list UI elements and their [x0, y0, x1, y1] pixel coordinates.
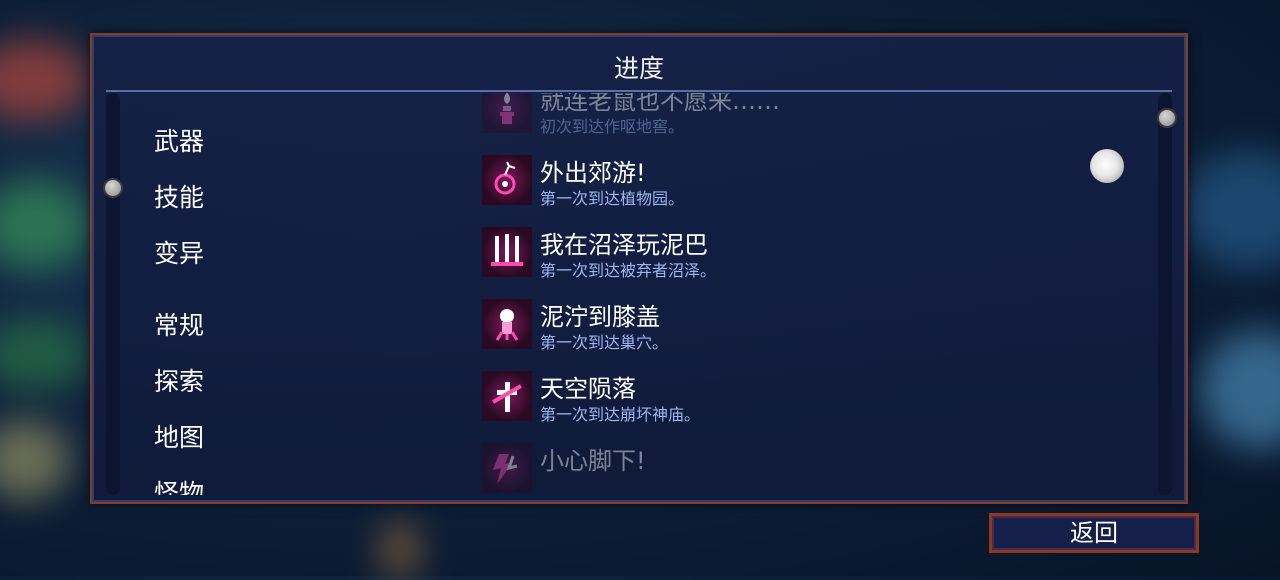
- category-weapons[interactable]: 武器: [154, 122, 204, 158]
- background-blur: [0, 320, 90, 390]
- achievement-description: 第一次到达植物园。: [540, 189, 685, 208]
- list-item[interactable]: 就连老鼠也不愿来…… 初次到达作呕地窖。: [480, 93, 1140, 139]
- achievement-title: 泥泞到膝盖: [540, 303, 660, 331]
- achievement-description: 第一次到达崩坏神庙。: [540, 405, 701, 424]
- achievement-scroll-knob[interactable]: [1157, 108, 1177, 128]
- background-blur: [0, 180, 90, 270]
- background-blur: [0, 40, 90, 120]
- category-scrollbar[interactable]: [106, 93, 120, 495]
- achievement-description: 第一次到达被弃者沼泽。: [540, 261, 717, 280]
- panel-title: 进度: [613, 54, 664, 83]
- lightning-icon: [482, 443, 532, 493]
- category-scroll-knob[interactable]: [103, 178, 123, 198]
- list-item[interactable]: 外出郊游! 第一次到达植物园。: [480, 149, 1140, 211]
- achievement-title: 天空陨落: [540, 375, 636, 403]
- achievement-description: 初次到达作呕地窖。: [540, 117, 685, 136]
- list-item[interactable]: 我在沼泽玩泥巴 第一次到达被弃者沼泽。: [480, 221, 1140, 283]
- cross-ribbon-icon: [482, 371, 532, 421]
- achievement-title: 我在沼泽玩泥巴: [540, 231, 708, 259]
- cursor-icon: [1090, 149, 1124, 183]
- torch-icon: [482, 93, 532, 133]
- category-map[interactable]: 地图: [154, 418, 204, 454]
- category-skills[interactable]: 技能: [154, 178, 204, 214]
- achievement-description: 第一次到达巢穴。: [540, 333, 669, 352]
- background-blur: [380, 520, 420, 580]
- category-general[interactable]: 常规: [154, 306, 204, 342]
- category-mutations[interactable]: 变异: [154, 234, 204, 270]
- achievement-list: 就连老鼠也不愿来…… 初次到达作呕地窖。 外出郊游! 第一次到达植物园。 我在沼…: [480, 93, 1150, 495]
- category-monsters[interactable]: 怪物: [154, 474, 204, 495]
- achievement-title: 小心脚下!: [540, 447, 646, 475]
- back-button[interactable]: 返回: [989, 513, 1199, 553]
- achievement-scrollbar[interactable]: [1158, 93, 1172, 495]
- category-exploration[interactable]: 探索: [154, 362, 204, 398]
- background-blur: [0, 420, 70, 500]
- flower-icon: [482, 155, 532, 205]
- creature-icon: [482, 299, 532, 349]
- background-blur: [1180, 150, 1280, 270]
- progress-panel: 进度 武器 技能 变异 常规 探索 地图 怪物 就连老鼠也不愿来…… 初次到达作…: [90, 33, 1188, 504]
- list-item[interactable]: 小心脚下!: [480, 437, 1140, 495]
- achievement-title: 外出郊游!: [540, 159, 646, 187]
- background-blur: [1200, 330, 1280, 450]
- swamp-pillars-icon: [482, 227, 532, 277]
- title-divider: [106, 90, 1172, 92]
- list-item[interactable]: 泥泞到膝盖 第一次到达巢穴。: [480, 293, 1140, 355]
- category-list: 武器 技能 变异 常规 探索 地图 怪物: [154, 122, 274, 495]
- list-item[interactable]: 天空陨落 第一次到达崩坏神庙。: [480, 365, 1140, 427]
